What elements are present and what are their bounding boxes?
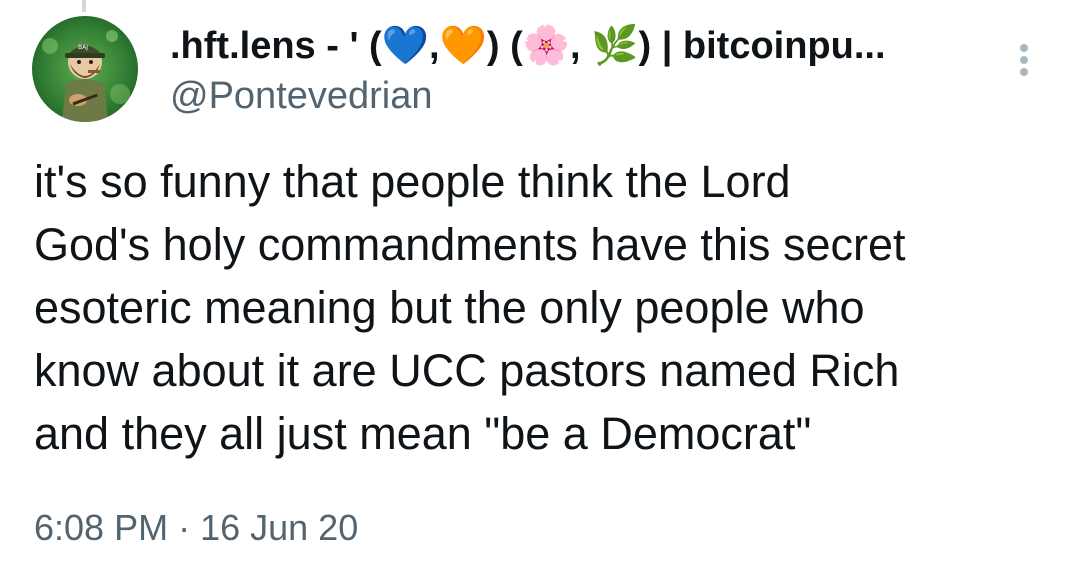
tweet-text: it's so funny that people think the Lord…: [34, 156, 906, 459]
avatar-cartoon-figure-icon: BAJ: [32, 16, 138, 122]
author-display-name[interactable]: .hft.lens - ' (💙,🧡) (🌸, 🌿) | bitcoinpu..…: [170, 24, 886, 68]
author-handle[interactable]: @Pontevedrian: [170, 74, 433, 118]
tweet-timestamp: 6:08 PM · 16 Jun 20: [34, 506, 358, 550]
more-options-icon[interactable]: [1012, 40, 1036, 80]
thread-connector-line: [82, 0, 86, 12]
svg-text:BAJ: BAJ: [78, 44, 88, 51]
dot: [1020, 68, 1028, 76]
tweet-card: BAJ .hft.lens - ' (💙,🧡) (🌸, 🌿) | bitcoin…: [0, 0, 1080, 573]
dot: [1020, 44, 1028, 52]
tweet-date[interactable]: 16 Jun 20: [200, 507, 358, 548]
timestamp-separator: ·: [168, 507, 201, 548]
dot: [1020, 56, 1028, 64]
avatar[interactable]: BAJ: [32, 16, 138, 122]
tweet-time[interactable]: 6:08 PM: [34, 507, 168, 548]
